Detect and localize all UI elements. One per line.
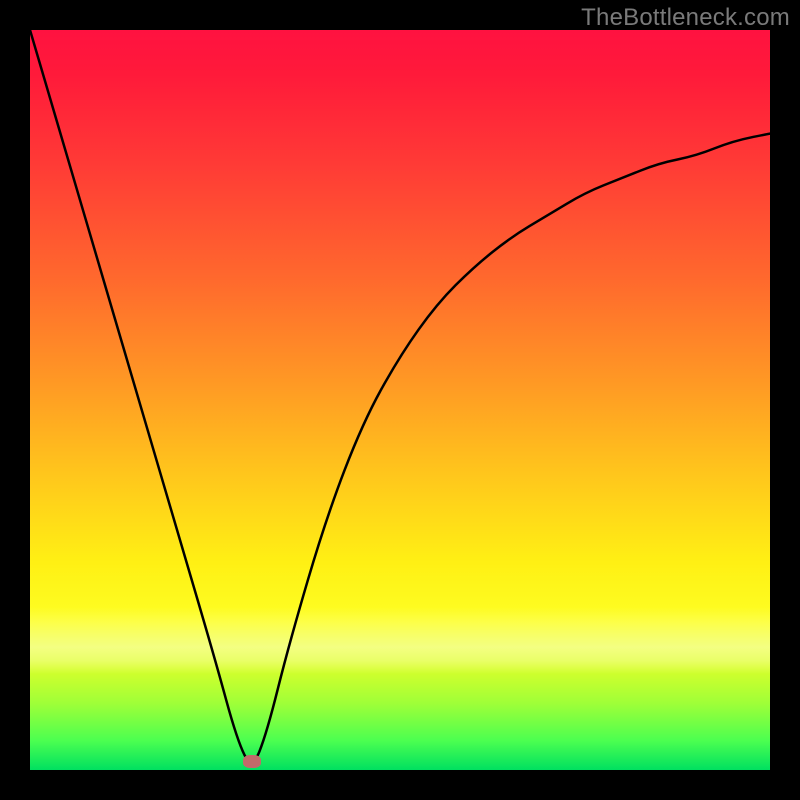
- minimum-marker: [243, 755, 261, 768]
- watermark-label: TheBottleneck.com: [581, 4, 790, 32]
- curve-svg: [30, 30, 770, 770]
- chart-frame: TheBottleneck.com: [0, 0, 800, 800]
- bottleneck-curve-path: [30, 30, 770, 762]
- plot-area: [30, 30, 770, 770]
